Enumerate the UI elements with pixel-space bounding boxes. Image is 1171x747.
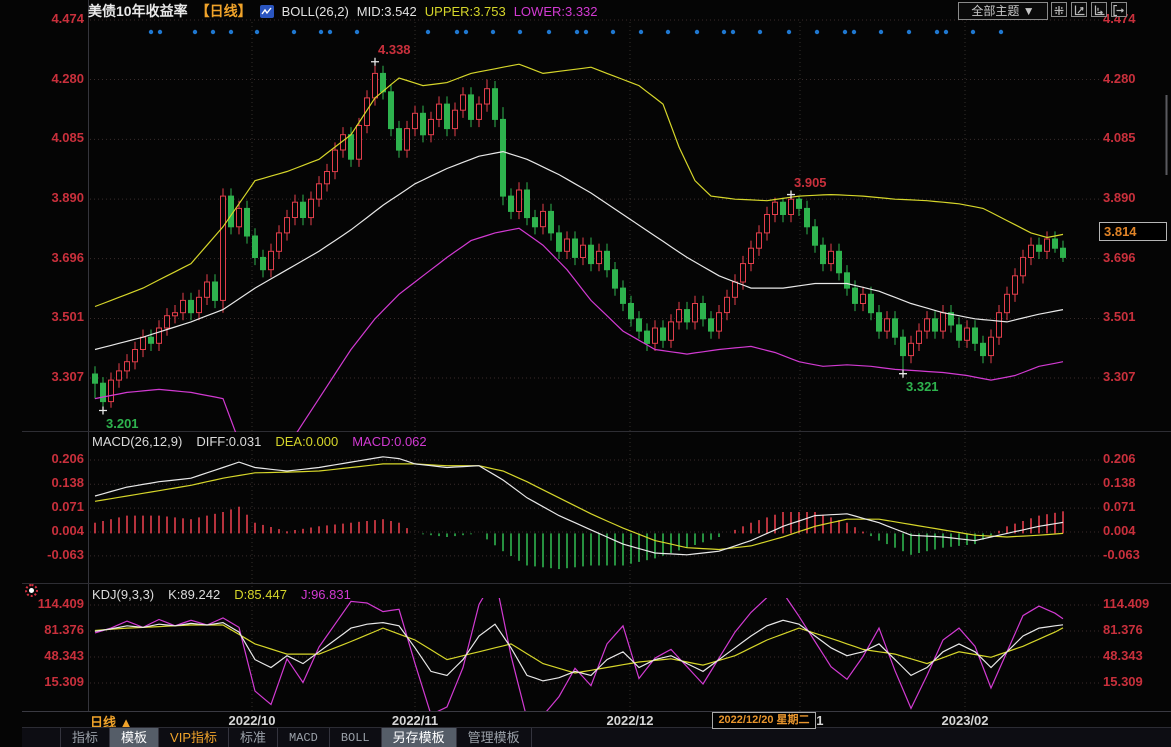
price-axis-label: 4.280 bbox=[1103, 71, 1136, 86]
price-axis-label: 4.085 bbox=[28, 130, 84, 145]
axis-scale-left-icon[interactable] bbox=[1071, 2, 1087, 17]
theme-dropdown-label: 全部主题 bbox=[971, 4, 1019, 18]
price-axis-label: 0.138 bbox=[1103, 475, 1136, 490]
price-axis-label: 0.206 bbox=[28, 451, 84, 466]
bottom-tab-bar: 指标模板VIP指标标准MACDBOLL另存模板管理模板 bbox=[22, 727, 1171, 747]
time-axis-label: 2022/10 bbox=[229, 713, 276, 728]
price-axis-label: 3.307 bbox=[28, 369, 84, 384]
extreme-value-annotation: 3.905 bbox=[794, 175, 827, 190]
time-axis-label: 2022/12 bbox=[607, 713, 654, 728]
chevron-down-icon: ▼ bbox=[1023, 4, 1035, 18]
kdj-k-value: K:89.242 bbox=[168, 587, 220, 602]
price-axis-label: 15.309 bbox=[1103, 674, 1143, 689]
kdj-j-value: J:96.831 bbox=[301, 587, 351, 602]
price-axis-label: 114.409 bbox=[28, 596, 84, 611]
price-axis-label: 81.376 bbox=[28, 622, 84, 637]
bottom-tab-3[interactable]: VIP指标 bbox=[159, 728, 229, 747]
bottom-tab-2[interactable]: 模板 bbox=[110, 728, 159, 747]
price-axis-label: 3.696 bbox=[28, 250, 84, 265]
price-axis-label: 114.409 bbox=[1103, 596, 1149, 611]
macd-diff-value: DIFF:0.031 bbox=[196, 434, 261, 449]
price-axis-label: 4.280 bbox=[28, 71, 84, 86]
price-axis-label: 3.307 bbox=[1103, 369, 1136, 384]
kdj-pane-icon[interactable] bbox=[25, 584, 38, 597]
macd-pane-header: MACD(26,12,9) DIFF:0.031 DEA:0.000 MACD:… bbox=[92, 434, 427, 449]
price-axis-label: 0.071 bbox=[1103, 499, 1136, 514]
time-axis-label: 2022/11 bbox=[392, 713, 438, 728]
macd-name: MACD(26,12,9) bbox=[92, 434, 182, 449]
axis-scale-right-icon[interactable] bbox=[1091, 2, 1107, 17]
kdj-pane-header: KDJ(9,3,3) K:89.242 D:85.447 J:96.831 bbox=[92, 587, 351, 602]
bottom-tab-1[interactable]: 指标 bbox=[60, 728, 110, 747]
price-axis-label: -0.063 bbox=[28, 547, 84, 562]
chart-canvas[interactable] bbox=[0, 0, 1171, 747]
macd-dea-value: DEA:0.000 bbox=[275, 434, 338, 449]
bottom-tab-5[interactable]: MACD bbox=[278, 728, 330, 747]
boll-upper-value: UPPER:3.753 bbox=[425, 4, 506, 19]
boll-lower-value: LOWER:3.332 bbox=[514, 4, 598, 19]
crosshair-price-label: 3.814 bbox=[1099, 222, 1167, 241]
theme-dropdown[interactable]: 全部主题 ▼ bbox=[958, 2, 1048, 20]
price-axis-label: 48.343 bbox=[1103, 648, 1143, 663]
indicator-icon bbox=[260, 5, 274, 18]
kdj-d-value: D:85.447 bbox=[234, 587, 287, 602]
move-chart-icon[interactable] bbox=[1051, 2, 1067, 17]
price-axis-label: 3.501 bbox=[1103, 309, 1136, 324]
bottom-tab-4[interactable]: 标准 bbox=[229, 728, 278, 747]
extreme-value-annotation: 4.338 bbox=[378, 42, 411, 57]
price-axis-label: 0.004 bbox=[28, 523, 84, 538]
price-axis-label: 81.376 bbox=[1103, 622, 1143, 637]
chart-header: 美债10年收益率 【日线】 BOLL(26,2) MID:3.542 UPPER… bbox=[88, 2, 598, 20]
instrument-title: 美债10年收益率 bbox=[88, 1, 188, 21]
boll-mid-value: MID:3.542 bbox=[357, 4, 417, 19]
price-axis-label: 0.004 bbox=[1103, 523, 1136, 538]
extreme-value-annotation: 3.201 bbox=[106, 416, 139, 431]
crosshair-date-label: 2022/12/20 星期二 bbox=[712, 712, 816, 729]
price-axis-label: 0.138 bbox=[28, 475, 84, 490]
time-axis-label: 2023/02 bbox=[942, 713, 989, 728]
pane-shift-icon[interactable] bbox=[1111, 2, 1127, 17]
price-axis-label: -0.063 bbox=[1103, 547, 1140, 562]
price-axis-label: 3.890 bbox=[1103, 190, 1136, 205]
price-axis-label: 4.474 bbox=[28, 11, 84, 26]
period-tag: 【日线】 bbox=[196, 1, 252, 21]
bottom-tab-8[interactable]: 管理模板 bbox=[457, 728, 532, 747]
kdj-name: KDJ(9,3,3) bbox=[92, 587, 154, 602]
chart-application: 分时图K线图闪电图合约资料 美债10年收益率 【日线】 BOLL(26,2) M… bbox=[0, 0, 1171, 747]
price-axis-label: 3.890 bbox=[28, 190, 84, 205]
price-axis-label: 0.071 bbox=[28, 499, 84, 514]
price-axis-label: 3.696 bbox=[1103, 250, 1136, 265]
price-axis-label: 3.501 bbox=[28, 309, 84, 324]
bottom-tab-7[interactable]: 另存模板 bbox=[382, 728, 457, 747]
price-axis-label: 0.206 bbox=[1103, 451, 1136, 466]
extreme-value-annotation: 3.321 bbox=[906, 379, 939, 394]
price-axis-label: 4.085 bbox=[1103, 130, 1136, 145]
bottom-tab-6[interactable]: BOLL bbox=[330, 728, 382, 747]
price-axis-label: 15.309 bbox=[28, 674, 84, 689]
price-axis-label: 48.343 bbox=[28, 648, 84, 663]
indicator-label: BOLL(26,2) bbox=[282, 4, 349, 19]
macd-macd-value: MACD:0.062 bbox=[352, 434, 426, 449]
